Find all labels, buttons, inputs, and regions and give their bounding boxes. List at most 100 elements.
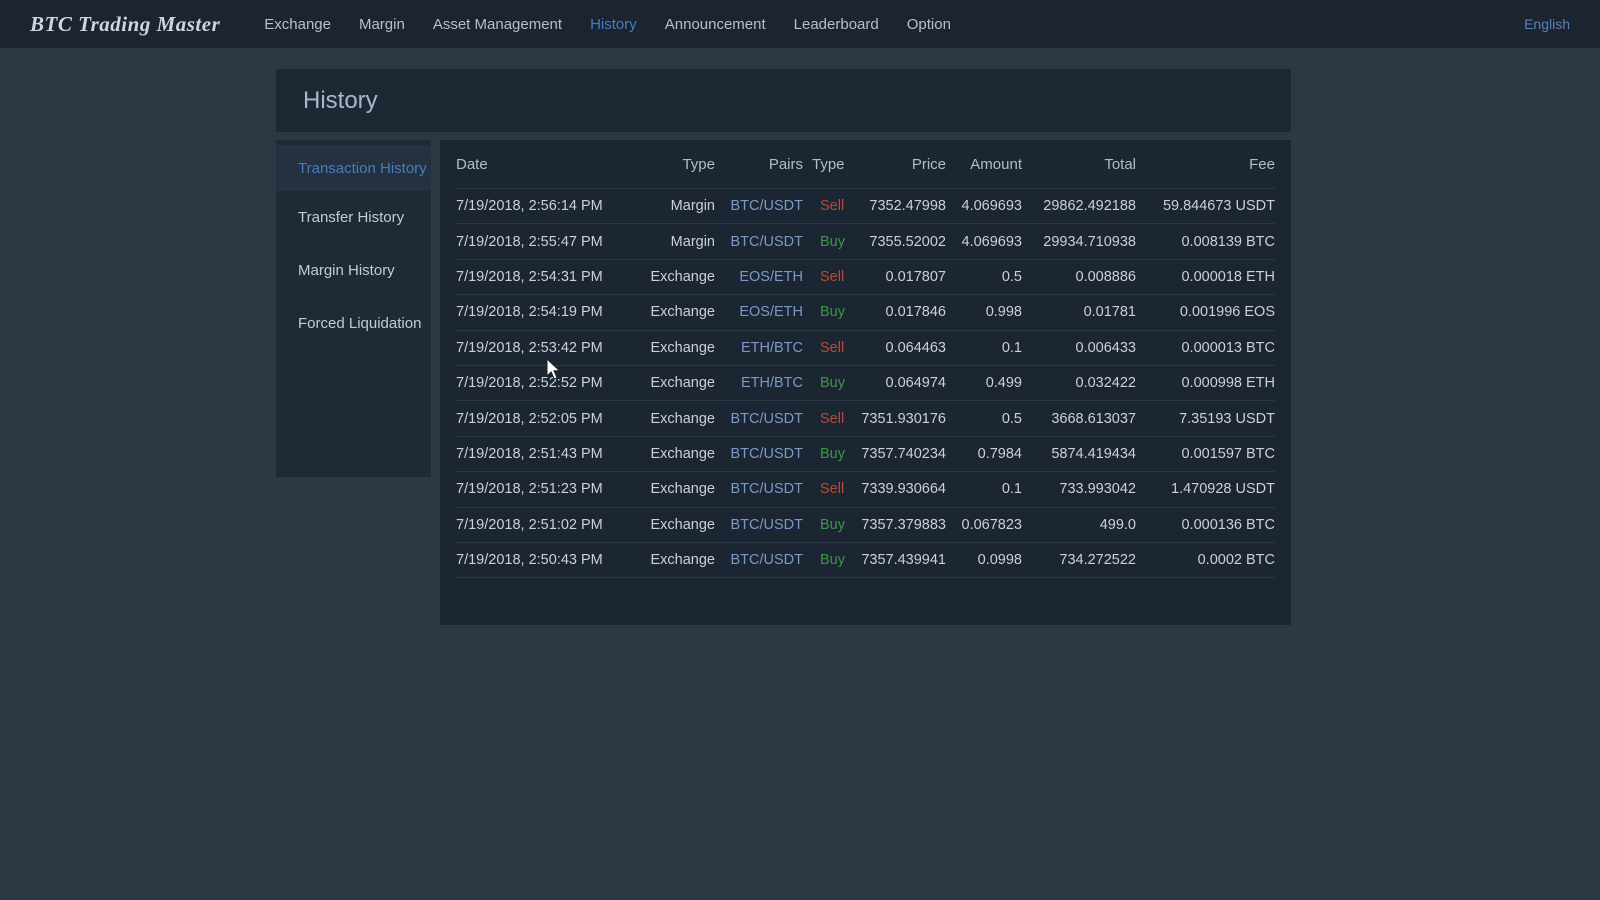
cell-pairs[interactable]: ETH/BTC xyxy=(715,340,803,356)
main-nav: ExchangeMarginAsset ManagementHistoryAnn… xyxy=(250,2,965,47)
cell-side: Sell xyxy=(803,411,853,427)
sidebar-item-margin-history[interactable]: Margin History xyxy=(276,244,431,297)
cell-type: Exchange xyxy=(636,411,715,427)
cell-price: 7339.930664 xyxy=(853,481,946,497)
transaction-table-panel: DateTypePairsTypePriceAmountTotalFee 7/1… xyxy=(440,140,1291,625)
table-row: 7/19/2018, 2:54:31 PMExchangeEOS/ETHSell… xyxy=(456,260,1275,295)
cell-total: 0.01781 xyxy=(1022,304,1136,320)
cell-side: Sell xyxy=(803,198,853,214)
cell-fee: 1.470928 USDT xyxy=(1136,481,1275,497)
sidebar-item-forced-liquidation[interactable]: Forced Liquidation xyxy=(276,297,431,350)
cell-price: 0.017846 xyxy=(853,304,946,320)
cell-price: 0.064463 xyxy=(853,340,946,356)
cell-pairs[interactable]: BTC/USDT xyxy=(715,517,803,533)
cell-date: 7/19/2018, 2:54:19 PM xyxy=(456,304,636,320)
cell-pairs[interactable]: EOS/ETH xyxy=(715,269,803,285)
cell-total: 733.993042 xyxy=(1022,481,1136,497)
cell-type: Exchange xyxy=(636,517,715,533)
cell-type: Exchange xyxy=(636,269,715,285)
cell-date: 7/19/2018, 2:54:31 PM xyxy=(456,269,636,285)
cell-fee: 59.844673 USDT xyxy=(1136,198,1275,214)
cell-pairs[interactable]: EOS/ETH xyxy=(715,304,803,320)
nav-item-option[interactable]: Option xyxy=(893,2,965,47)
cell-pairs[interactable]: BTC/USDT xyxy=(715,198,803,214)
cell-amount: 0.7984 xyxy=(946,446,1022,462)
table-row: 7/19/2018, 2:52:05 PMExchangeBTC/USDTSel… xyxy=(456,401,1275,436)
top-navbar: BTC Trading Master ExchangeMarginAsset M… xyxy=(0,0,1600,48)
cell-type: Exchange xyxy=(636,304,715,320)
table-row: 7/19/2018, 2:50:43 PMExchangeBTC/USDTBuy… xyxy=(456,543,1275,578)
cell-fee: 0.000013 BTC xyxy=(1136,340,1275,356)
cell-price: 0.017807 xyxy=(853,269,946,285)
cell-side: Buy xyxy=(803,304,853,320)
cell-price: 7357.379883 xyxy=(853,517,946,533)
table-row: 7/19/2018, 2:52:52 PMExchangeETH/BTCBuy 0… xyxy=(456,366,1275,401)
table-row: 7/19/2018, 2:56:14 PMMarginBTC/USDTSell7… xyxy=(456,189,1275,224)
cell-date: 7/19/2018, 2:52:05 PM xyxy=(456,411,636,427)
nav-item-leaderboard[interactable]: Leaderboard xyxy=(780,2,893,47)
page-container: History Transaction HistoryTransfer Hist… xyxy=(276,69,1291,625)
cell-fee: 7.35193 USDT xyxy=(1136,411,1275,427)
cell-price: 7357.439941 xyxy=(853,552,946,568)
panel-header: History xyxy=(276,69,1291,132)
cell-type: Exchange xyxy=(636,375,715,391)
cell-side: Sell xyxy=(803,269,853,285)
nav-item-announcement[interactable]: Announcement xyxy=(651,2,780,47)
cell-price: 7352.47998 xyxy=(853,198,946,214)
cell-total: 0.008886 xyxy=(1022,269,1136,285)
cell-type: Margin xyxy=(636,234,715,250)
header-total: Total xyxy=(1022,156,1136,173)
nav-item-asset-management[interactable]: Asset Management xyxy=(419,2,576,47)
table-row: 7/19/2018, 2:53:42 PMExchangeETH/BTCSell… xyxy=(456,331,1275,366)
cell-total: 734.272522 xyxy=(1022,552,1136,568)
sidebar-item-transaction-history[interactable]: Transaction History xyxy=(276,145,431,191)
cell-date: 7/19/2018, 2:55:47 PM xyxy=(456,234,636,250)
cell-pairs[interactable]: ETH/BTC xyxy=(715,375,803,391)
cell-amount: 4.069693 xyxy=(946,234,1022,250)
table-header-row: DateTypePairsTypePriceAmountTotalFee xyxy=(456,140,1275,189)
cell-total: 499.0 xyxy=(1022,517,1136,533)
cell-amount: 0.998 xyxy=(946,304,1022,320)
cell-amount: 0.5 xyxy=(946,411,1022,427)
cell-date: 7/19/2018, 2:51:23 PM xyxy=(456,481,636,497)
cell-side: Buy xyxy=(803,446,853,462)
nav-item-exchange[interactable]: Exchange xyxy=(250,2,345,47)
cell-amount: 0.067823 xyxy=(946,517,1022,533)
language-selector[interactable]: English xyxy=(1524,16,1570,32)
cell-fee: 0.001597 BTC xyxy=(1136,446,1275,462)
sidebar-item-transfer-history[interactable]: Transfer History xyxy=(276,191,431,244)
cell-pairs[interactable]: BTC/USDT xyxy=(715,234,803,250)
cell-type: Exchange xyxy=(636,481,715,497)
cell-amount: 0.499 xyxy=(946,375,1022,391)
cell-total: 0.032422 xyxy=(1022,375,1136,391)
cell-pairs[interactable]: BTC/USDT xyxy=(715,411,803,427)
cell-amount: 4.069693 xyxy=(946,198,1022,214)
cell-amount: 0.1 xyxy=(946,340,1022,356)
cell-side: Buy xyxy=(803,375,853,391)
table-row: 7/19/2018, 2:51:43 PMExchangeBTC/USDTBuy… xyxy=(456,437,1275,472)
cell-date: 7/19/2018, 2:51:02 PM xyxy=(456,517,636,533)
table-body: 7/19/2018, 2:56:14 PMMarginBTC/USDTSell7… xyxy=(456,189,1275,578)
cell-pairs[interactable]: BTC/USDT xyxy=(715,552,803,568)
cell-pairs[interactable]: BTC/USDT xyxy=(715,481,803,497)
cell-pairs[interactable]: BTC/USDT xyxy=(715,446,803,462)
cell-price: 7351.930176 xyxy=(853,411,946,427)
cell-type: Exchange xyxy=(636,552,715,568)
header-price: Price xyxy=(853,156,946,173)
table-row: 7/19/2018, 2:54:19 PMExchangeEOS/ETHBuy0… xyxy=(456,295,1275,330)
cell-date: 7/19/2018, 2:52:52 PM xyxy=(456,375,636,391)
cell-side: Buy xyxy=(803,517,853,533)
header-type-side: Type xyxy=(803,156,853,173)
cell-amount: 0.1 xyxy=(946,481,1022,497)
cell-side: Sell xyxy=(803,340,853,356)
cell-amount: 0.5 xyxy=(946,269,1022,285)
page-title: History xyxy=(303,87,378,115)
content-row: Transaction HistoryTransfer HistoryMargi… xyxy=(276,140,1291,625)
cell-side: Buy xyxy=(803,552,853,568)
nav-item-margin[interactable]: Margin xyxy=(345,2,419,47)
brand-logo[interactable]: BTC Trading Master xyxy=(30,12,220,37)
table-row: 7/19/2018, 2:51:02 PMExchangeBTC/USDTBuy… xyxy=(456,508,1275,543)
header-date: Date xyxy=(456,156,636,173)
nav-item-history[interactable]: History xyxy=(576,2,651,47)
cell-price: 7355.52002 xyxy=(853,234,946,250)
